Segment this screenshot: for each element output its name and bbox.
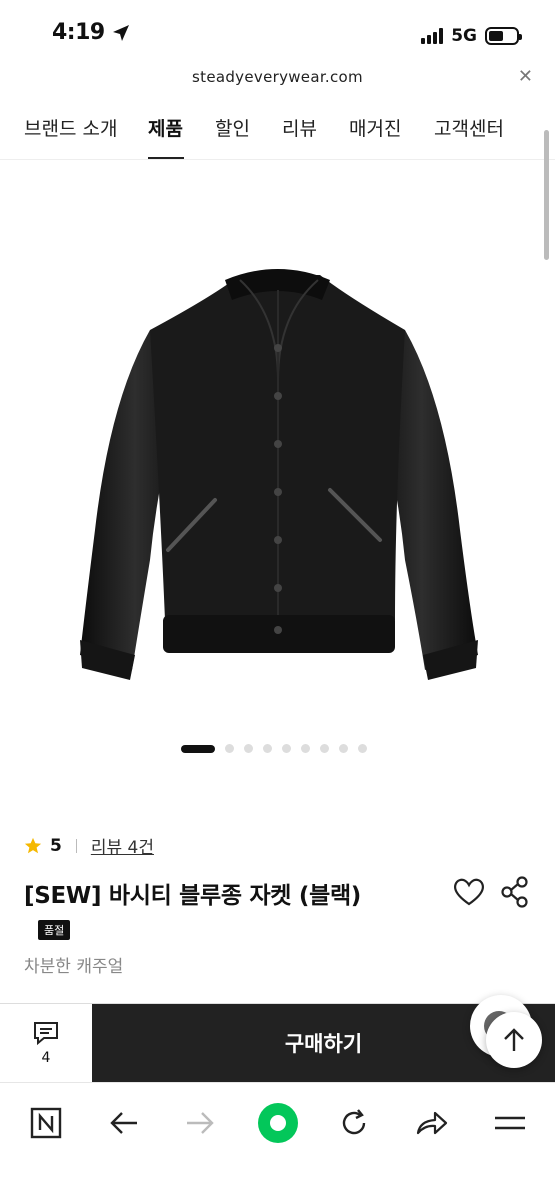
nav-item-brand[interactable]: 브랜드 소개 bbox=[24, 114, 117, 141]
carousel-dot[interactable] bbox=[282, 744, 291, 753]
rating-score: 5 bbox=[50, 835, 62, 856]
nav-item-customer-center[interactable]: 고객센터 bbox=[434, 114, 504, 141]
nav-item-products[interactable]: 제품 bbox=[148, 114, 183, 141]
carousel-dot[interactable] bbox=[339, 744, 348, 753]
up-arrow-icon bbox=[504, 1028, 524, 1051]
product-title: [SEW] 바시티 블루종 자켓 (블랙) bbox=[24, 883, 362, 909]
location-arrow-icon bbox=[112, 24, 129, 41]
nav-active-indicator bbox=[148, 157, 184, 159]
naver-n-icon bbox=[30, 1107, 62, 1139]
star-icon bbox=[24, 837, 42, 853]
back-arrow-icon bbox=[110, 1112, 137, 1134]
rating-row: 5 리뷰 4건 bbox=[24, 833, 154, 858]
url-bar[interactable]: steadyeverywear.com ✕ bbox=[0, 62, 555, 96]
nav-item-review[interactable]: 리뷰 bbox=[282, 114, 317, 141]
battery-icon bbox=[485, 27, 522, 45]
network-label: 5G bbox=[451, 26, 477, 46]
nav-item-sale[interactable]: 할인 bbox=[215, 114, 250, 141]
review-count-button[interactable]: 4 bbox=[0, 1004, 92, 1082]
browser-toolbar bbox=[0, 1082, 555, 1200]
signal-icon bbox=[421, 28, 444, 44]
carousel-dot[interactable] bbox=[225, 744, 234, 753]
carousel-dot[interactable] bbox=[320, 744, 329, 753]
carousel-dot-active[interactable] bbox=[181, 744, 215, 753]
green-dot-button[interactable] bbox=[256, 1101, 300, 1145]
back-button[interactable] bbox=[102, 1101, 146, 1145]
forward-button[interactable] bbox=[178, 1101, 222, 1145]
carousel-dot[interactable] bbox=[263, 744, 272, 753]
naver-n-button[interactable] bbox=[24, 1101, 68, 1145]
share-arrow-icon bbox=[416, 1111, 448, 1135]
menu-button[interactable] bbox=[488, 1101, 532, 1145]
review-count: 4 bbox=[41, 1050, 51, 1066]
status-time: 4:19 bbox=[52, 20, 105, 45]
carousel-dot[interactable] bbox=[301, 744, 310, 753]
status-bar: 4:19 5G bbox=[0, 0, 555, 62]
share-button[interactable] bbox=[410, 1101, 454, 1145]
category-nav: 브랜드 소개 제품 할인 리뷰 매거진 고객센터 bbox=[0, 100, 555, 160]
nav-item-magazine[interactable]: 매거진 bbox=[349, 114, 401, 141]
url-text[interactable]: steadyeverywear.com bbox=[0, 68, 555, 86]
chat-icon bbox=[34, 1022, 58, 1046]
review-link[interactable]: 리뷰 4건 bbox=[91, 833, 154, 858]
product-image[interactable] bbox=[0, 200, 555, 720]
reload-icon bbox=[342, 1109, 366, 1135]
close-icon[interactable]: ✕ bbox=[518, 66, 533, 87]
menu-icon bbox=[495, 1116, 525, 1130]
forward-arrow-icon bbox=[187, 1112, 214, 1134]
product-subtitle: 차분한 캐주얼 bbox=[24, 957, 124, 977]
divider bbox=[75, 838, 77, 853]
reload-button[interactable] bbox=[332, 1101, 376, 1145]
carousel-dot[interactable] bbox=[358, 744, 367, 753]
green-dot-icon bbox=[258, 1103, 298, 1143]
carousel-dots[interactable] bbox=[181, 744, 367, 753]
share-icon[interactable] bbox=[500, 876, 530, 908]
carousel-dot[interactable] bbox=[244, 744, 253, 753]
soldout-badge: 품절 bbox=[38, 920, 71, 940]
scroll-top-button[interactable] bbox=[486, 1012, 542, 1068]
heart-icon[interactable] bbox=[452, 876, 486, 908]
